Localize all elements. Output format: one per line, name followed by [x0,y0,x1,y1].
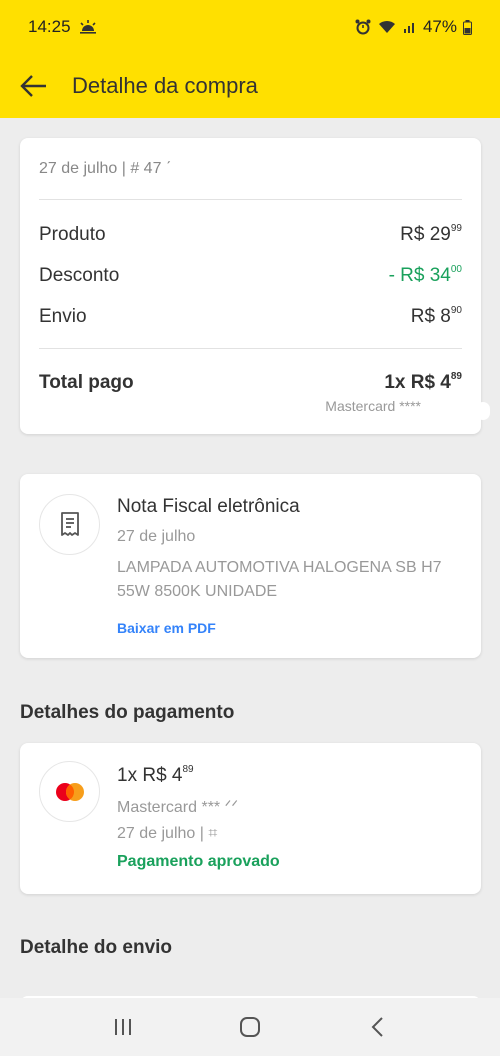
total-label: Total pago [39,372,134,393]
order-date-number: 27 de julho | # 47 ˊ [39,160,172,177]
payment-status: Pagamento aprovado [117,853,280,870]
discount-row: Desconto - R$ 3400 [39,263,462,287]
weather-icon [79,20,97,34]
product-row: Produto R$ 2999 [39,222,462,246]
divider [39,348,462,349]
recent-apps-button[interactable] [103,1007,143,1047]
product-label: Produto [39,224,106,245]
divider [39,199,462,200]
status-bar: 14:25 47% [0,0,500,54]
recent-apps-icon [115,1019,132,1035]
card-info: Mastercard **** [325,398,421,414]
purchase-summary-card: 27 de julho | # 47 ˊ Produto R$ 2999 Des… [20,138,481,434]
battery-percent: 47% [422,17,457,36]
status-time: 14:25 [28,17,71,36]
shipping-label: Envio [39,306,87,327]
payment-section-title: Detalhes do pagamento [20,702,235,723]
shipping-section-title: Detalhe do envio [20,937,173,958]
payment-card: 1x R$ 489 Mastercard *** ᐟᐟ 27 de julho … [20,743,481,894]
home-button[interactable] [230,1007,270,1047]
invoice-title: Nota Fiscal eletrônica [117,496,300,517]
payment-date: 27 de julho | ⌗ [117,825,218,842]
receipt-icon-circle [39,494,100,555]
arrow-left-icon [20,75,46,97]
scroll-indicator [476,402,490,420]
receipt-icon [60,511,79,536]
back-nav-button[interactable] [357,1007,397,1047]
invoice-date: 27 de julho [117,528,196,545]
status-right: 47% [355,17,472,37]
app-header: Detalhe da compra [0,54,500,118]
home-icon [239,1017,260,1037]
status-left: 14:25 [28,17,97,37]
payment-amount: 1x R$ 489 [117,763,194,786]
invoice-card: Nota Fiscal eletrônica 27 de julho LAMPA… [20,474,481,658]
shipping-price: R$ 890 [410,304,462,327]
discount-label: Desconto [39,265,120,286]
product-price: R$ 2999 [400,222,462,245]
mastercard-icon-circle [39,761,100,822]
page-title: Detalhe da compra [72,73,258,98]
total-price: 1x R$ 489 [384,370,462,393]
mastercard-icon [55,782,84,801]
system-nav-bar [0,998,500,1056]
battery-icon [463,19,472,35]
signal-icon [403,20,417,34]
chevron-left-icon [371,1017,383,1037]
invoice-description: LAMPADA AUTOMOTIVA HALOGENA SB H7 55W 85… [117,559,442,600]
total-row: Total pago 1x R$ 489 [39,370,462,394]
alarm-icon [355,19,371,35]
back-button[interactable] [18,70,50,102]
payment-card-text: Mastercard *** ᐟᐟ [117,799,239,816]
discount-price: - R$ 3400 [388,263,462,286]
wifi-icon [377,19,397,35]
shipping-row: Envio R$ 890 [39,304,462,328]
download-pdf-link[interactable]: Baixar em PDF [117,620,216,636]
